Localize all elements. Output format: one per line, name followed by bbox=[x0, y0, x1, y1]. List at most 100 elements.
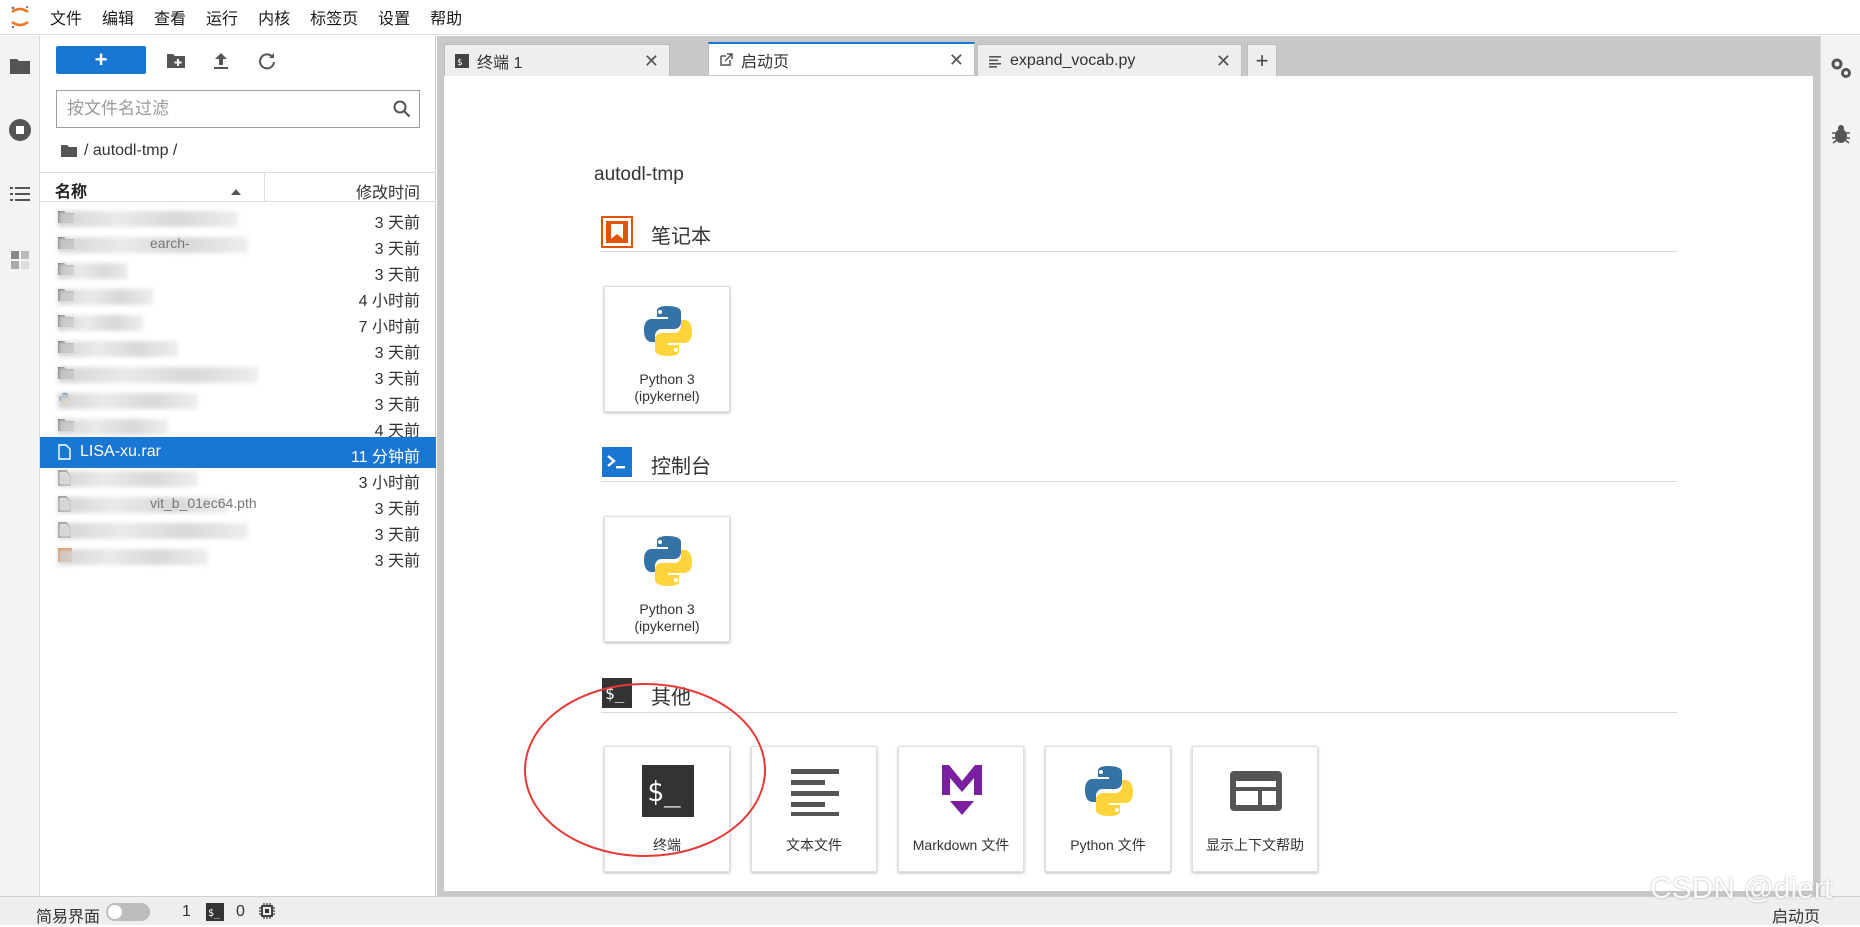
launcher-icon bbox=[719, 52, 733, 67]
cpu-chip-icon[interactable] bbox=[258, 902, 276, 925]
redacted-filename bbox=[58, 341, 178, 357]
table-of-contents-icon[interactable] bbox=[8, 182, 32, 206]
tab-bar: $ 终端 1 ✕ 启动页 ✕ expand_vocab.py ✕ + bbox=[437, 36, 1820, 76]
python-logo-icon bbox=[638, 299, 698, 363]
card-label: Python 3 (ipykernel) bbox=[634, 371, 700, 404]
tab-expand-vocab[interactable]: expand_vocab.py ✕ bbox=[977, 44, 1242, 76]
tab-label: expand_vocab.py bbox=[1010, 51, 1136, 69]
column-divider[interactable] bbox=[264, 173, 265, 202]
tab-launcher[interactable]: 启动页 ✕ bbox=[708, 42, 975, 75]
redacted-filename bbox=[58, 523, 248, 539]
card-label: Python 文件 bbox=[1070, 837, 1146, 853]
status-bar: 简易界面 1 $_ 0 启动页 bbox=[0, 896, 1860, 926]
close-icon[interactable]: ✕ bbox=[644, 51, 659, 72]
svg-text:$: $ bbox=[457, 58, 462, 68]
watermark: CSDN @diert bbox=[1650, 872, 1833, 905]
jupyter-logo-icon bbox=[0, 0, 40, 35]
card-label: 显示上下文帮助 bbox=[1206, 837, 1304, 853]
running-stop-icon[interactable] bbox=[8, 118, 32, 142]
console-icon bbox=[601, 446, 633, 478]
tab-label: 终端 1 bbox=[477, 54, 523, 72]
notebook-icon bbox=[601, 216, 633, 248]
file-icon bbox=[58, 444, 71, 465]
launch-context-help-card[interactable]: 显示上下文帮助 bbox=[1192, 746, 1318, 872]
terminal-status-icon: $_ bbox=[206, 903, 224, 926]
menu-tabs[interactable]: 标签页 bbox=[300, 5, 368, 29]
section-title: 笔记本 bbox=[651, 226, 711, 248]
redacted-filename bbox=[58, 393, 198, 409]
redacted-filename bbox=[58, 367, 258, 383]
toggle-knob bbox=[108, 905, 122, 919]
column-header-modified[interactable]: 修改时间 bbox=[356, 179, 420, 203]
launch-text-file-card[interactable]: 文本文件 bbox=[751, 746, 877, 872]
markdown-icon bbox=[932, 759, 992, 823]
menu-edit[interactable]: 编辑 bbox=[92, 5, 144, 29]
extension-icon[interactable] bbox=[8, 248, 32, 272]
property-inspector-gears-icon[interactable] bbox=[1829, 56, 1853, 80]
left-activity-bar bbox=[0, 36, 40, 896]
section-title: 控制台 bbox=[651, 456, 711, 478]
filter-box bbox=[56, 90, 420, 128]
python-logo-icon bbox=[638, 529, 698, 593]
launch-python-console-card[interactable]: Python 3 (ipykernel) bbox=[604, 516, 730, 642]
section-other: $_ 其他 bbox=[601, 669, 1677, 713]
section-notebook: 笔记本 bbox=[601, 208, 1677, 252]
text-file-icon bbox=[785, 759, 845, 823]
menu-run[interactable]: 运行 bbox=[196, 5, 248, 29]
upload-icon[interactable] bbox=[208, 48, 234, 74]
menu-file[interactable]: 文件 bbox=[40, 5, 92, 29]
launch-python-notebook-card[interactable]: Python 3 (ipykernel) bbox=[604, 286, 730, 412]
svg-text:$_: $_ bbox=[208, 908, 221, 919]
menu-kernel[interactable]: 内核 bbox=[248, 5, 300, 29]
file-modified-time: 3 天前 bbox=[374, 553, 420, 570]
active-tab-status: 启动页 bbox=[1771, 909, 1820, 926]
debugger-bug-icon[interactable] bbox=[1829, 122, 1853, 146]
text-file-icon bbox=[988, 54, 1002, 68]
menu-settings[interactable]: 设置 bbox=[368, 5, 420, 29]
search-icon[interactable] bbox=[393, 100, 411, 123]
add-tab-button[interactable]: + bbox=[1247, 44, 1277, 76]
card-label: 文本文件 bbox=[786, 837, 842, 853]
file-list-header: 名称 修改时间 bbox=[40, 172, 436, 202]
redacted-filename bbox=[58, 315, 143, 331]
annotation-circle bbox=[524, 683, 766, 857]
card-label: Markdown 文件 bbox=[912, 837, 1010, 853]
terminal-icon: $ bbox=[455, 53, 469, 68]
python-logo-icon bbox=[1079, 759, 1139, 823]
breadcrumb: / autodl-tmp / bbox=[60, 140, 177, 162]
sort-ascending-icon[interactable] bbox=[230, 183, 242, 201]
breadcrumb-path[interactable]: / autodl-tmp / bbox=[84, 142, 177, 160]
file-browser-panel: + / autodl-tmp / 名称 修改时间 3 天前earch-3 天前3… bbox=[40, 36, 436, 896]
file-name: earch- bbox=[150, 235, 190, 251]
home-folder-icon[interactable] bbox=[60, 144, 78, 158]
new-folder-icon[interactable] bbox=[163, 48, 189, 74]
tab-label: 启动页 bbox=[741, 53, 790, 71]
simple-mode-label: 简易界面 bbox=[36, 909, 101, 926]
refresh-icon[interactable] bbox=[254, 48, 280, 74]
close-icon[interactable]: ✕ bbox=[949, 50, 964, 71]
redacted-filename bbox=[58, 471, 198, 487]
file-name: LISA-xu.rar bbox=[80, 443, 161, 460]
new-launcher-button[interactable]: + bbox=[56, 46, 146, 74]
card-label: Python 3 (ipykernel) bbox=[634, 601, 700, 634]
file-browser-folder-icon[interactable] bbox=[8, 54, 32, 78]
menu-help[interactable]: 帮助 bbox=[420, 5, 472, 29]
kernel-count[interactable]: 1 bbox=[182, 903, 191, 921]
redacted-filename bbox=[58, 419, 168, 435]
right-activity-bar bbox=[1820, 36, 1860, 896]
menu-bar: 文件 编辑 查看 运行 内核 标签页 设置 帮助 bbox=[0, 0, 1860, 35]
redacted-filename bbox=[58, 263, 128, 279]
column-header-name[interactable]: 名称 bbox=[55, 178, 87, 202]
launch-python-file-card[interactable]: Python 文件 bbox=[1045, 746, 1171, 872]
launch-markdown-card[interactable]: Markdown 文件 bbox=[898, 746, 1024, 872]
filter-input[interactable] bbox=[57, 91, 377, 127]
terminal-count[interactable]: 0 bbox=[236, 903, 245, 921]
menu-view[interactable]: 查看 bbox=[144, 5, 196, 29]
launcher-cwd: autodl-tmp bbox=[594, 164, 684, 185]
redacted-filename bbox=[58, 549, 208, 565]
redacted-filename bbox=[58, 211, 238, 227]
close-icon[interactable]: ✕ bbox=[1216, 51, 1231, 72]
tab-terminal-1[interactable]: $ 终端 1 ✕ bbox=[444, 44, 670, 76]
simple-mode-toggle[interactable] bbox=[106, 903, 150, 921]
file-row[interactable]: 3 天前 bbox=[40, 541, 436, 572]
